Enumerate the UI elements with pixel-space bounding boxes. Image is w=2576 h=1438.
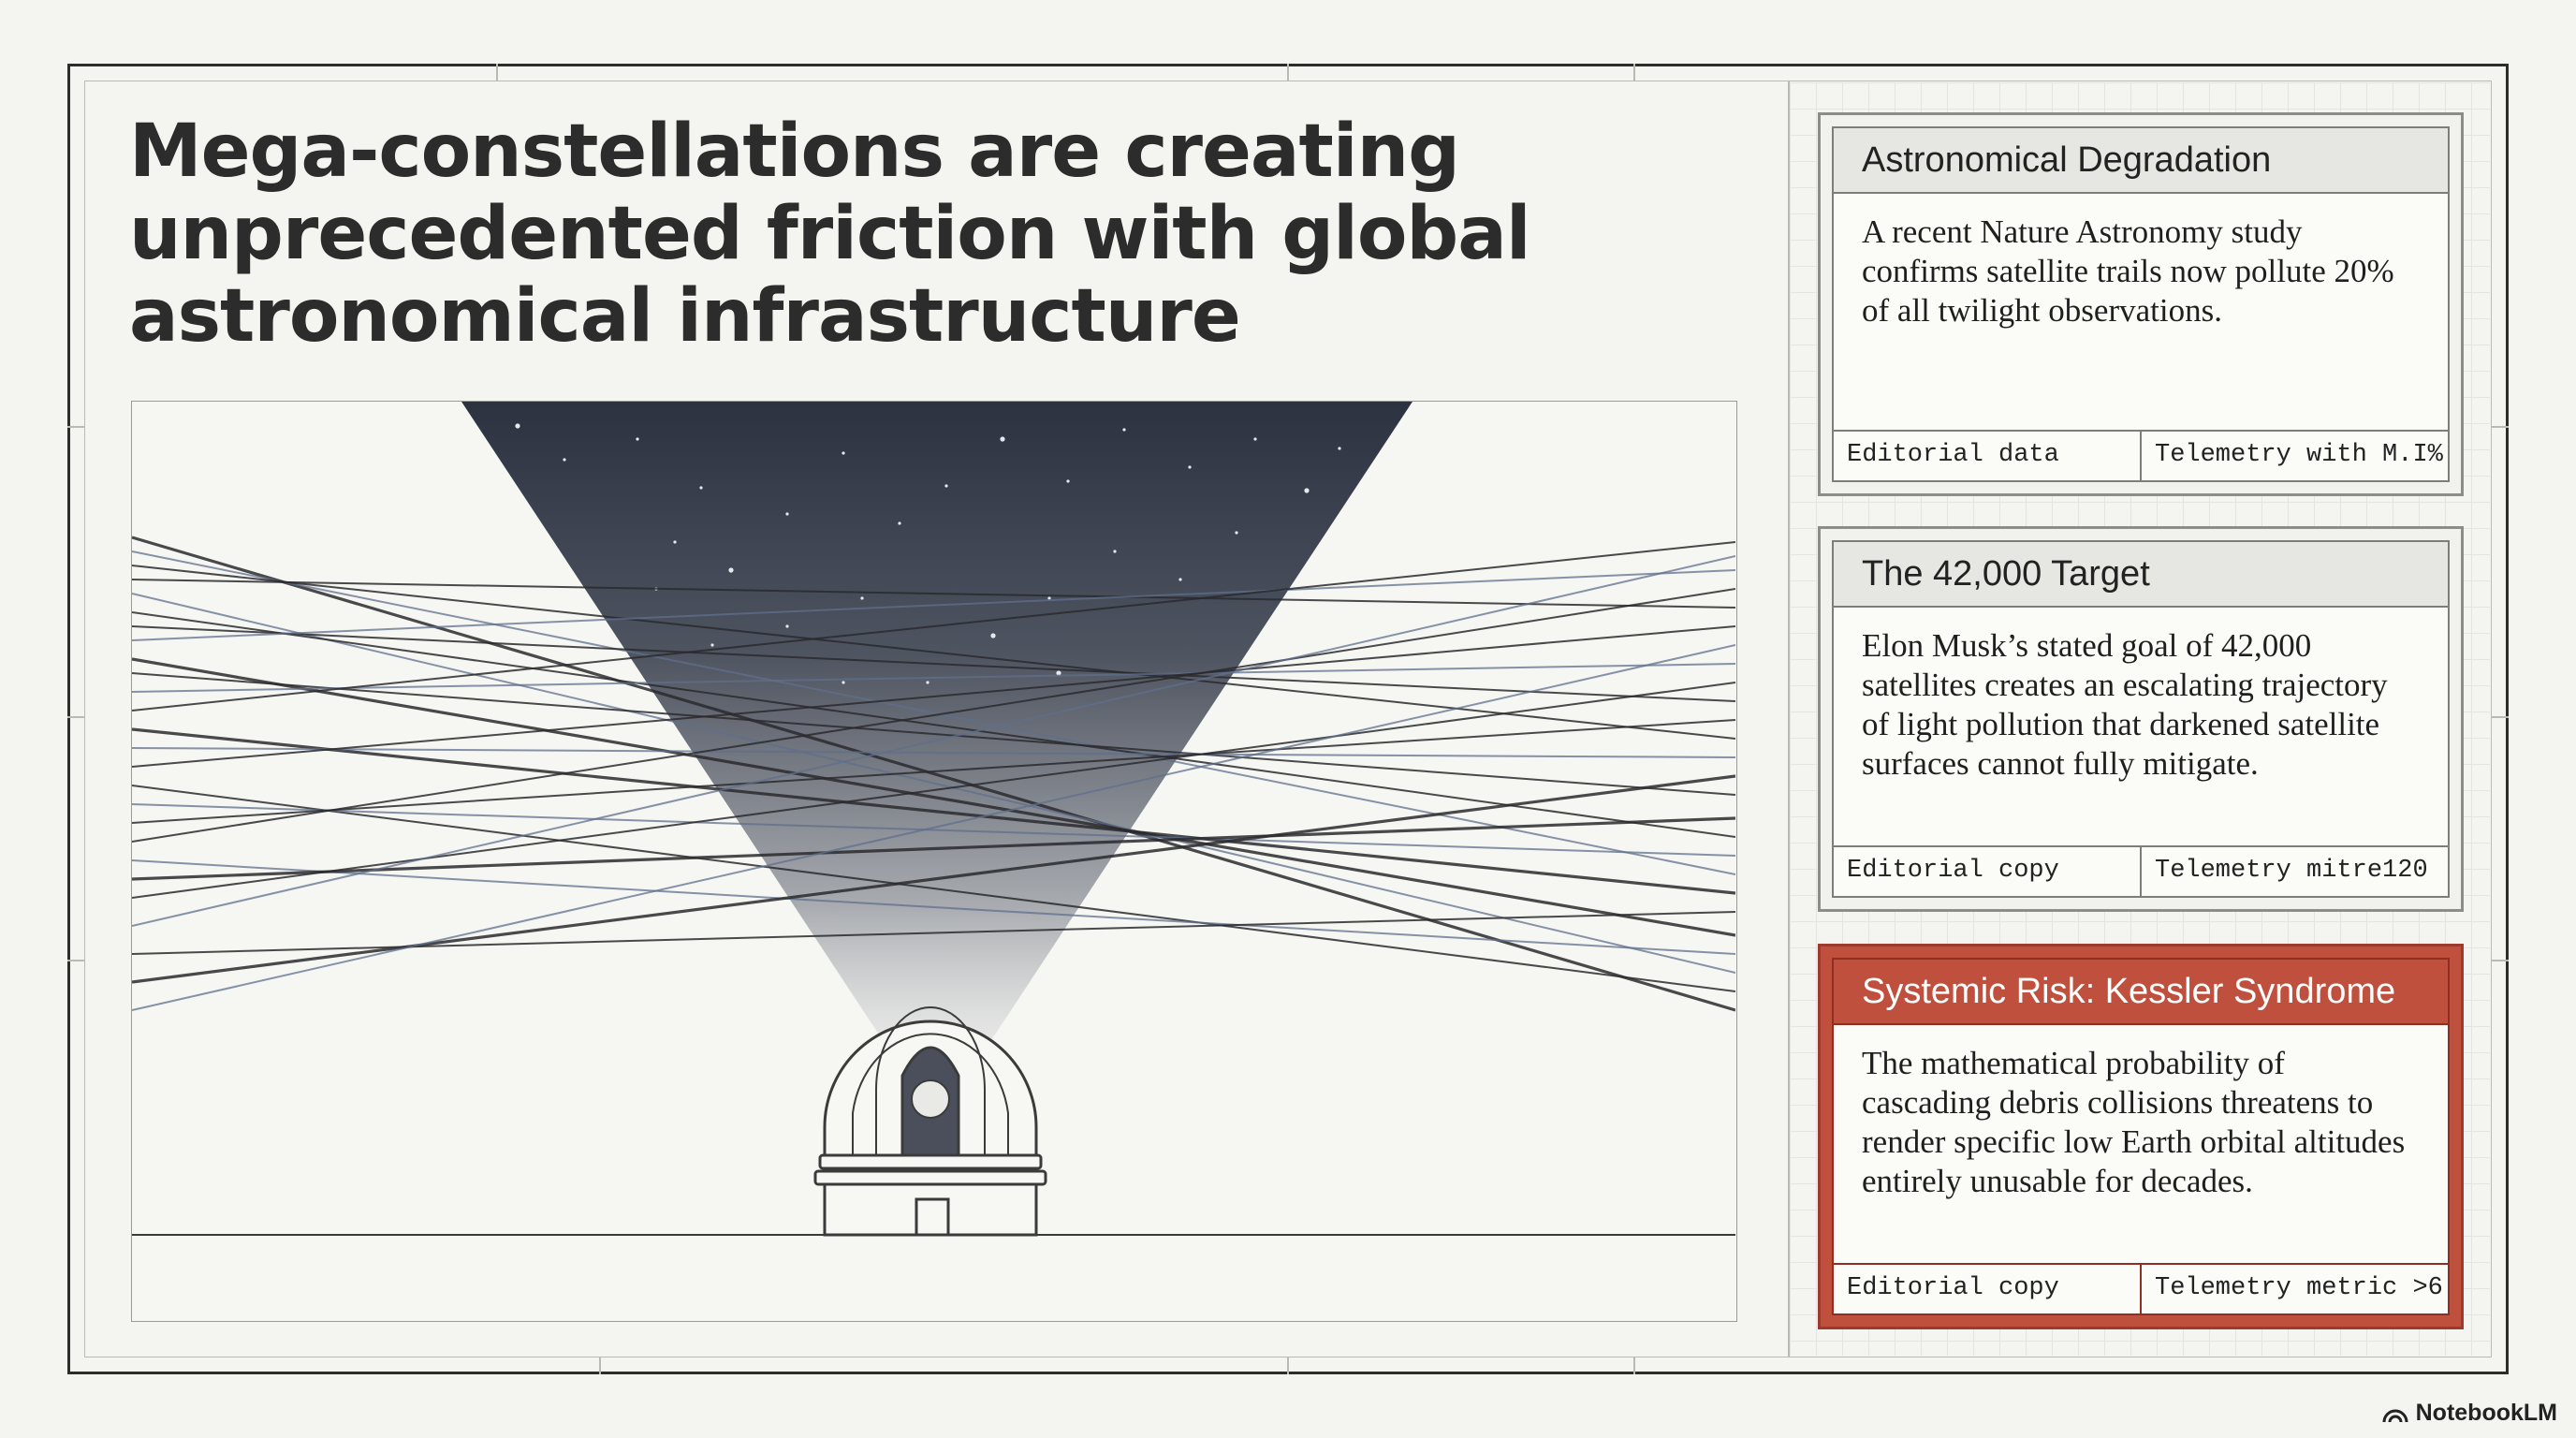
card-inner: Astronomical Degradation A recent Nature…	[1832, 126, 2450, 482]
star	[944, 484, 948, 488]
footer-left: Editorial copy	[1847, 857, 2059, 885]
notebooklm-logo-icon	[2382, 1409, 2408, 1422]
frame-tick	[2492, 960, 2509, 961]
star	[563, 458, 566, 462]
star	[1000, 436, 1005, 442]
frame-tick	[496, 64, 498, 81]
frame-tick	[2492, 716, 2509, 718]
star	[926, 681, 929, 684]
card-inner: The 42,000 Target Elon Musk’s stated goa…	[1832, 540, 2450, 898]
observatory-illustration	[131, 401, 1737, 1322]
card-heading: The 42,000 Target	[1834, 542, 2448, 608]
footer-right: Telemetry with M.I%	[2140, 432, 2448, 480]
card-42000-target: The 42,000 Target Elon Musk’s stated goa…	[1818, 526, 2464, 912]
column-divider	[1788, 81, 1790, 1357]
star	[990, 633, 996, 638]
card-astronomical-degradation: Astronomical Degradation A recent Nature…	[1818, 112, 2464, 496]
star	[785, 624, 789, 628]
star	[898, 521, 901, 525]
star	[785, 512, 789, 516]
observatory-dome-icon	[813, 1006, 1047, 1237]
star	[842, 681, 845, 684]
card-heading: Astronomical Degradation	[1834, 128, 2448, 194]
brand-watermark: NotebookLM	[2382, 1400, 2557, 1427]
slide-title: Mega-constellations are creating unprece…	[129, 110, 1531, 359]
brand-label: NotebookLM	[2415, 1400, 2557, 1426]
card-heading: Systemic Risk: Kessler Syndrome	[1834, 960, 2448, 1025]
frame-tick	[1633, 64, 1635, 81]
card-footer: Editorial copy Telemetry mitre120	[1834, 845, 2448, 896]
star	[1122, 428, 1126, 432]
star	[860, 596, 864, 600]
footer-left: Editorial data	[1847, 441, 2059, 469]
card-footer: Editorial copy Telemetry metric >6	[1834, 1263, 2448, 1313]
light-cone	[461, 402, 1412, 1123]
star	[1188, 465, 1192, 469]
frame-tick	[67, 960, 84, 961]
star	[1253, 437, 1257, 441]
star	[636, 437, 639, 441]
star	[1178, 578, 1182, 581]
star	[1066, 479, 1070, 483]
footer-left: Editorial copy	[1847, 1274, 2059, 1302]
star	[1338, 447, 1341, 450]
card-kessler-syndrome: Systemic Risk: Kessler Syndrome The math…	[1818, 944, 2464, 1329]
star	[1113, 550, 1117, 553]
frame-tick	[599, 1357, 601, 1374]
illustration-canvas	[132, 402, 1735, 1237]
star	[728, 567, 734, 573]
card-inner: Systemic Risk: Kessler Syndrome The math…	[1832, 958, 2450, 1315]
star	[515, 423, 520, 429]
frame-tick	[1287, 64, 1289, 81]
frame-tick	[67, 426, 84, 428]
star	[1304, 488, 1310, 493]
star	[699, 486, 703, 490]
star	[1235, 531, 1238, 535]
frame-tick	[67, 716, 84, 718]
star	[842, 451, 845, 455]
frame-tick	[1287, 1357, 1289, 1374]
star	[673, 540, 677, 544]
card-footer: Editorial data Telemetry with M.I%	[1834, 430, 2448, 480]
footer-right: Telemetry metric >6	[2140, 1265, 2448, 1313]
card-body: A recent Nature Astronomy study confirms…	[1862, 213, 2394, 329]
card-body: The mathematical probability of cascadin…	[1862, 1045, 2406, 1199]
card-body: Elon Musk’s stated goal of 42,000 satell…	[1862, 627, 2388, 782]
frame-tick	[1633, 1357, 1635, 1374]
star	[710, 643, 714, 647]
footer-right: Telemetry mitre120	[2140, 847, 2448, 896]
frame-tick	[2492, 426, 2509, 428]
